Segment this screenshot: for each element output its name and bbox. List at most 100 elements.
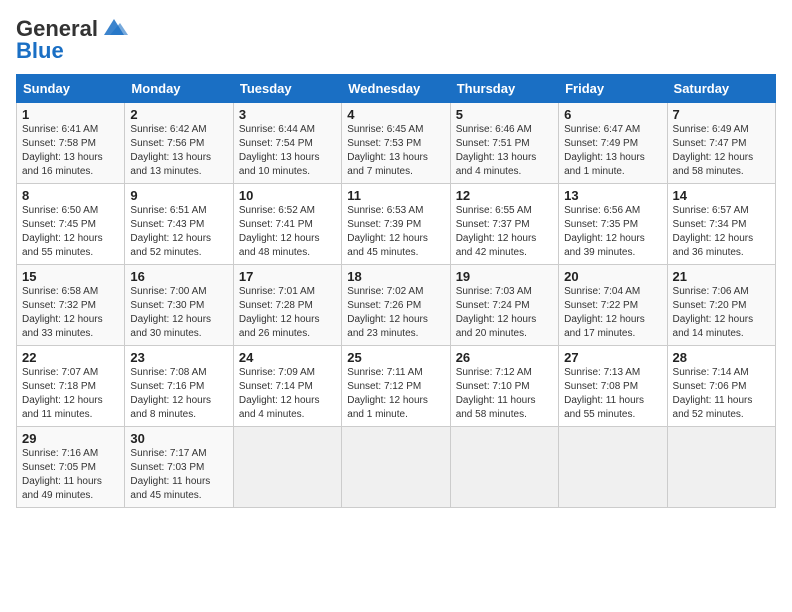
calendar-cell: 25 Sunrise: 7:11 AMSunset: 7:12 PMDaylig… (342, 346, 450, 427)
calendar-cell: 12 Sunrise: 6:55 AMSunset: 7:37 PMDaylig… (450, 184, 558, 265)
calendar-cell: 28 Sunrise: 7:14 AMSunset: 7:06 PMDaylig… (667, 346, 775, 427)
day-of-week-header: Wednesday (342, 75, 450, 103)
day-number: 10 (239, 188, 336, 203)
day-detail: Sunrise: 7:06 AMSunset: 7:20 PMDaylight:… (673, 285, 770, 341)
calendar-cell: 4 Sunrise: 6:45 AMSunset: 7:53 PMDayligh… (342, 103, 450, 184)
calendar-cell: 20 Sunrise: 7:04 AMSunset: 7:22 PMDaylig… (559, 265, 667, 346)
calendar-cell: 10 Sunrise: 6:52 AMSunset: 7:41 PMDaylig… (233, 184, 341, 265)
day-number: 30 (130, 431, 227, 446)
day-of-week-header: Friday (559, 75, 667, 103)
day-detail: Sunrise: 7:08 AMSunset: 7:16 PMDaylight:… (130, 366, 227, 422)
day-number: 1 (22, 107, 119, 122)
day-detail: Sunrise: 6:50 AMSunset: 7:45 PMDaylight:… (22, 204, 119, 260)
day-number: 7 (673, 107, 770, 122)
day-number: 23 (130, 350, 227, 365)
day-detail: Sunrise: 7:02 AMSunset: 7:26 PMDaylight:… (347, 285, 444, 341)
day-detail: Sunrise: 6:49 AMSunset: 7:47 PMDaylight:… (673, 123, 770, 179)
calendar-cell (233, 427, 341, 508)
day-detail: Sunrise: 6:46 AMSunset: 7:51 PMDaylight:… (456, 123, 553, 179)
day-number: 22 (22, 350, 119, 365)
day-detail: Sunrise: 7:07 AMSunset: 7:18 PMDaylight:… (22, 366, 119, 422)
day-detail: Sunrise: 6:44 AMSunset: 7:54 PMDaylight:… (239, 123, 336, 179)
calendar-cell: 17 Sunrise: 7:01 AMSunset: 7:28 PMDaylig… (233, 265, 341, 346)
day-number: 21 (673, 269, 770, 284)
day-detail: Sunrise: 6:42 AMSunset: 7:56 PMDaylight:… (130, 123, 227, 179)
calendar-cell: 24 Sunrise: 7:09 AMSunset: 7:14 PMDaylig… (233, 346, 341, 427)
calendar-table: SundayMondayTuesdayWednesdayThursdayFrid… (16, 74, 776, 508)
day-number: 17 (239, 269, 336, 284)
day-number: 9 (130, 188, 227, 203)
calendar-cell: 7 Sunrise: 6:49 AMSunset: 7:47 PMDayligh… (667, 103, 775, 184)
day-number: 19 (456, 269, 553, 284)
day-detail: Sunrise: 7:04 AMSunset: 7:22 PMDaylight:… (564, 285, 661, 341)
day-detail: Sunrise: 7:17 AMSunset: 7:03 PMDaylight:… (130, 447, 227, 503)
page-header: General Blue (16, 16, 776, 64)
day-detail: Sunrise: 7:14 AMSunset: 7:06 PMDaylight:… (673, 366, 770, 422)
day-detail: Sunrise: 6:56 AMSunset: 7:35 PMDaylight:… (564, 204, 661, 260)
day-number: 4 (347, 107, 444, 122)
day-detail: Sunrise: 7:12 AMSunset: 7:10 PMDaylight:… (456, 366, 553, 422)
day-number: 14 (673, 188, 770, 203)
day-detail: Sunrise: 7:01 AMSunset: 7:28 PMDaylight:… (239, 285, 336, 341)
day-detail: Sunrise: 7:00 AMSunset: 7:30 PMDaylight:… (130, 285, 227, 341)
day-detail: Sunrise: 7:11 AMSunset: 7:12 PMDaylight:… (347, 366, 444, 422)
day-detail: Sunrise: 6:52 AMSunset: 7:41 PMDaylight:… (239, 204, 336, 260)
day-detail: Sunrise: 6:58 AMSunset: 7:32 PMDaylight:… (22, 285, 119, 341)
day-of-week-header: Sunday (17, 75, 125, 103)
calendar-cell: 2 Sunrise: 6:42 AMSunset: 7:56 PMDayligh… (125, 103, 233, 184)
day-detail: Sunrise: 6:57 AMSunset: 7:34 PMDaylight:… (673, 204, 770, 260)
calendar-cell: 13 Sunrise: 6:56 AMSunset: 7:35 PMDaylig… (559, 184, 667, 265)
calendar-cell: 21 Sunrise: 7:06 AMSunset: 7:20 PMDaylig… (667, 265, 775, 346)
calendar-cell (667, 427, 775, 508)
calendar-cell: 23 Sunrise: 7:08 AMSunset: 7:16 PMDaylig… (125, 346, 233, 427)
day-of-week-header: Tuesday (233, 75, 341, 103)
day-number: 26 (456, 350, 553, 365)
day-detail: Sunrise: 7:03 AMSunset: 7:24 PMDaylight:… (456, 285, 553, 341)
calendar-cell (450, 427, 558, 508)
day-number: 5 (456, 107, 553, 122)
calendar-cell: 9 Sunrise: 6:51 AMSunset: 7:43 PMDayligh… (125, 184, 233, 265)
calendar-cell: 8 Sunrise: 6:50 AMSunset: 7:45 PMDayligh… (17, 184, 125, 265)
day-number: 6 (564, 107, 661, 122)
day-detail: Sunrise: 6:47 AMSunset: 7:49 PMDaylight:… (564, 123, 661, 179)
day-detail: Sunrise: 7:09 AMSunset: 7:14 PMDaylight:… (239, 366, 336, 422)
day-number: 11 (347, 188, 444, 203)
calendar-cell (559, 427, 667, 508)
day-detail: Sunrise: 7:16 AMSunset: 7:05 PMDaylight:… (22, 447, 119, 503)
calendar-cell (342, 427, 450, 508)
day-of-week-header: Thursday (450, 75, 558, 103)
calendar-header: SundayMondayTuesdayWednesdayThursdayFrid… (17, 75, 776, 103)
calendar-cell: 14 Sunrise: 6:57 AMSunset: 7:34 PMDaylig… (667, 184, 775, 265)
calendar-cell: 5 Sunrise: 6:46 AMSunset: 7:51 PMDayligh… (450, 103, 558, 184)
day-number: 24 (239, 350, 336, 365)
day-number: 29 (22, 431, 119, 446)
calendar-cell: 19 Sunrise: 7:03 AMSunset: 7:24 PMDaylig… (450, 265, 558, 346)
calendar-cell: 6 Sunrise: 6:47 AMSunset: 7:49 PMDayligh… (559, 103, 667, 184)
day-number: 16 (130, 269, 227, 284)
calendar-cell: 15 Sunrise: 6:58 AMSunset: 7:32 PMDaylig… (17, 265, 125, 346)
day-detail: Sunrise: 6:45 AMSunset: 7:53 PMDaylight:… (347, 123, 444, 179)
day-number: 28 (673, 350, 770, 365)
day-number: 3 (239, 107, 336, 122)
day-number: 25 (347, 350, 444, 365)
logo: General Blue (16, 16, 128, 64)
day-of-week-header: Monday (125, 75, 233, 103)
calendar-cell: 27 Sunrise: 7:13 AMSunset: 7:08 PMDaylig… (559, 346, 667, 427)
calendar-cell: 16 Sunrise: 7:00 AMSunset: 7:30 PMDaylig… (125, 265, 233, 346)
day-detail: Sunrise: 6:55 AMSunset: 7:37 PMDaylight:… (456, 204, 553, 260)
calendar-cell: 22 Sunrise: 7:07 AMSunset: 7:18 PMDaylig… (17, 346, 125, 427)
day-detail: Sunrise: 6:51 AMSunset: 7:43 PMDaylight:… (130, 204, 227, 260)
day-detail: Sunrise: 6:41 AMSunset: 7:58 PMDaylight:… (22, 123, 119, 179)
calendar-cell: 29 Sunrise: 7:16 AMSunset: 7:05 PMDaylig… (17, 427, 125, 508)
day-detail: Sunrise: 6:53 AMSunset: 7:39 PMDaylight:… (347, 204, 444, 260)
day-number: 8 (22, 188, 119, 203)
logo-icon (100, 17, 128, 39)
day-number: 2 (130, 107, 227, 122)
calendar-cell: 18 Sunrise: 7:02 AMSunset: 7:26 PMDaylig… (342, 265, 450, 346)
day-number: 13 (564, 188, 661, 203)
day-number: 27 (564, 350, 661, 365)
logo-blue-text: Blue (16, 38, 64, 64)
calendar-cell: 3 Sunrise: 6:44 AMSunset: 7:54 PMDayligh… (233, 103, 341, 184)
day-of-week-header: Saturday (667, 75, 775, 103)
day-number: 15 (22, 269, 119, 284)
